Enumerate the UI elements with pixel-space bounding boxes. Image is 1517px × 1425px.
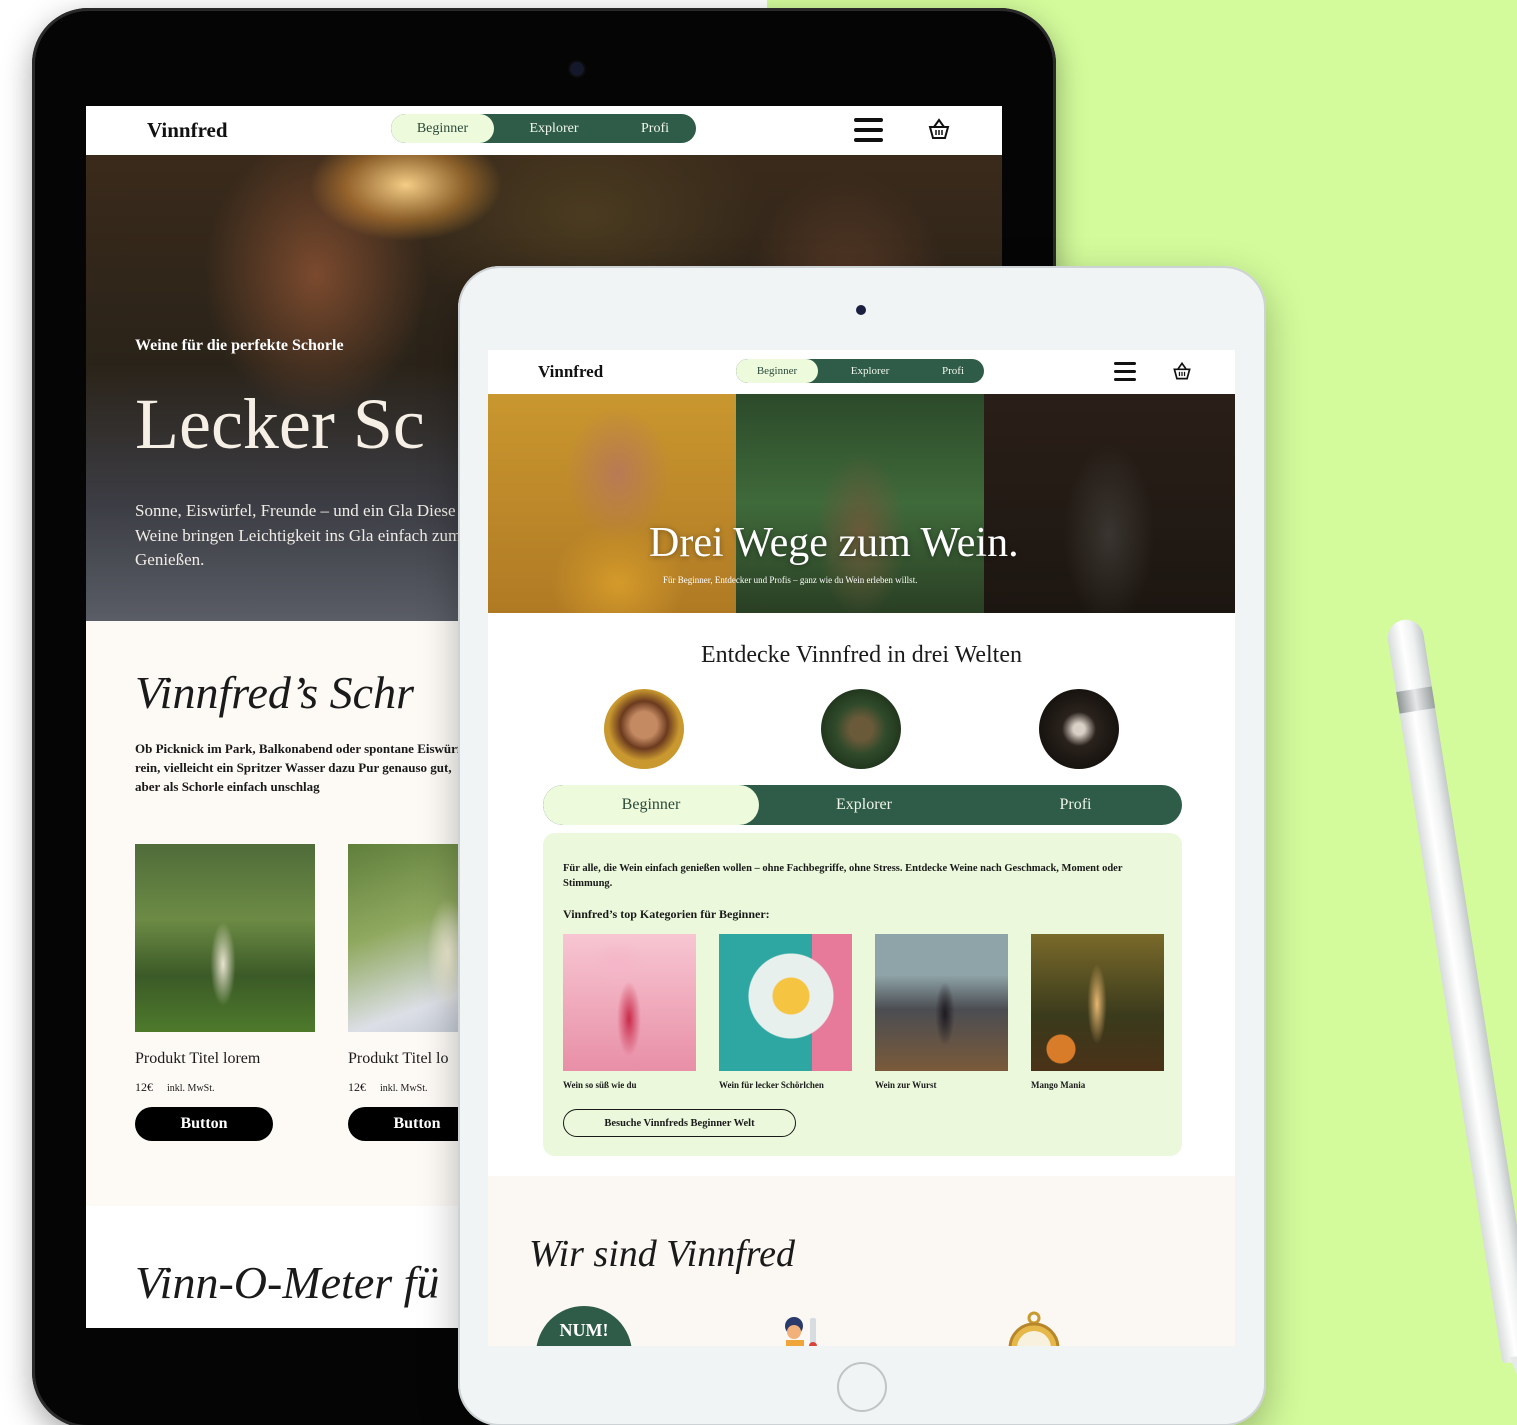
tab-beginner[interactable]: Beginner [736,359,818,383]
about-title: Wir sind Vinnfred [529,1233,795,1275]
level-switcher: Beginner Explorer Profi [391,114,696,143]
worlds-title: Entdecke Vinnfred in drei Welten [701,642,1022,668]
hero-title: Lecker Sc [135,384,425,464]
product-card[interactable]: Produkt Titel lorem 12€ inkl. MwSt. Butt… [135,844,315,1141]
category-card[interactable]: Mango Mania [1031,934,1164,1090]
hero-image-profi [984,394,1235,613]
hero-kicker: Weine für die perfekte Schorle [135,337,344,354]
category-image[interactable] [563,934,696,1071]
tab-beginner[interactable]: Beginner [543,785,759,825]
categories-title: Vinnfred’s top Kategorien für Beginner: [563,907,770,921]
product-tax-note: inkl. MwSt. [167,1083,215,1094]
vinn-o-meter-title: Vinn-O-Meter fü [135,1257,440,1308]
beginner-panel: Für alle, die Wein einfach genießen woll… [543,833,1182,1156]
basket-icon[interactable] [926,116,952,142]
panel-intro: Für alle, die Wein einfach genießen woll… [563,863,1123,889]
tab-profi[interactable]: Profi [922,359,984,383]
person-illustration-icon [785,1317,817,1346]
worlds-tabs: Beginner Explorer Profi [543,785,1182,825]
tab-explorer[interactable]: Explorer [818,359,922,383]
category-image[interactable] [719,934,852,1071]
tab-explorer[interactable]: Explorer [759,785,969,825]
menu-icon[interactable] [1114,362,1136,381]
camera-icon [570,62,584,76]
about-section: Wir sind Vinnfred NUM! [488,1176,1235,1346]
menu-icon[interactable] [854,118,883,142]
category-label: Mango Mania [1031,1080,1086,1090]
camera-icon [856,305,866,315]
product-price: 12€ [135,1080,153,1094]
category-card[interactable]: Wein so süß wie du [563,934,696,1090]
tab-explorer[interactable]: Explorer [494,114,614,143]
category-image[interactable] [1031,934,1164,1071]
hero: Drei Wege zum Wein. Für Beginner, Entdec… [488,394,1235,613]
category-label: Wein so süß wie du [563,1080,637,1090]
compass-icon [1008,1311,1060,1346]
logo[interactable]: Vinnfred [147,118,228,143]
level-switcher: Beginner Explorer Profi [736,359,984,383]
tab-beginner[interactable]: Beginner [391,114,494,143]
avatar-explorer[interactable] [821,689,901,769]
category-card[interactable]: Wein für lecker Schörlchen [719,934,852,1090]
hero-description: Sonne, Eiswürfel, Freunde – und ein Gla … [135,501,462,569]
tab-profi[interactable]: Profi [969,785,1182,825]
beginner-world-button[interactable]: Besuche Vinnfreds Beginner Welt [563,1109,796,1137]
product-price: 12€ [348,1080,366,1094]
top-nav: Vinnfred Beginner Explorer Profi [86,106,1002,155]
hero-title: Drei Wege zum Wein. [649,520,1019,566]
top-nav: Vinnfred Beginner Explorer Profi [488,350,1235,394]
tab-profi[interactable]: Profi [614,114,696,143]
product-price-row: 12€ inkl. MwSt. [135,1080,315,1095]
product-image[interactable] [135,844,315,1032]
category-label: Wein zur Wurst [875,1080,937,1090]
category-image[interactable] [875,934,1008,1071]
front-tablet-screen: Vinnfred Beginner Explorer Profi Drei We… [488,350,1235,1346]
num-badge: NUM! [536,1306,632,1346]
basket-icon[interactable] [1171,360,1193,382]
hero-subtitle: Für Beginner, Entdecker und Profis – gan… [663,575,918,585]
product-button[interactable]: Button [135,1107,273,1141]
schorle-section: Vinnfred’s Schr Ob Picknick im Park, Bal… [135,666,475,796]
logo[interactable]: Vinnfred [538,362,603,382]
section-title: Vinnfred’s Schr [135,667,414,718]
avatar-profi[interactable] [1039,689,1119,769]
home-button[interactable] [837,1362,887,1412]
avatar-beginner[interactable] [604,689,684,769]
category-label: Wein für lecker Schörlchen [719,1080,824,1090]
product-title: Produkt Titel lorem [135,1050,261,1067]
category-card[interactable]: Wein zur Wurst [875,934,1008,1090]
product-tax-note: inkl. MwSt. [380,1083,428,1094]
front-tablet: Vinnfred Beginner Explorer Profi Drei We… [458,266,1266,1425]
section-text: Ob Picknick im Park, Balkonabend oder sp… [135,741,471,794]
